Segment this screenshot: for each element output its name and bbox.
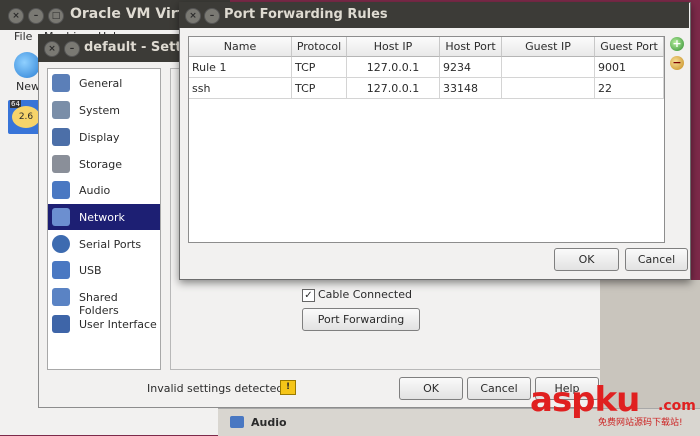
usb-icon [52, 261, 70, 279]
table-cell-host-ip[interactable]: 127.0.0.1 [347, 57, 440, 78]
display-icon [52, 128, 70, 146]
column-header-protocol[interactable]: Protocol [292, 37, 347, 57]
column-header-guest-ip[interactable]: Guest IP [502, 37, 595, 57]
speaker-icon [230, 416, 244, 428]
maximize-icon[interactable]: □ [48, 8, 64, 24]
settings-close-icon[interactable]: × [44, 41, 60, 57]
category-label: USB [79, 264, 102, 277]
user-interface-icon [52, 315, 70, 333]
table-cell-name[interactable]: Rule 1 [189, 57, 292, 78]
table-cell-host-port[interactable]: 33148 [440, 78, 502, 99]
category-label: System [79, 104, 121, 117]
category-usb[interactable]: USB [48, 257, 160, 283]
new-vm-icon[interactable] [14, 52, 40, 78]
category-shared-folders[interactable]: Shared Folders [48, 284, 160, 317]
menu-file[interactable]: File [14, 30, 32, 43]
port-forwarding-table[interactable]: Name Protocol Host IP Host Port Guest IP… [188, 36, 665, 243]
column-header-name[interactable]: Name [189, 37, 292, 57]
port-forwarding-button[interactable]: Port Forwarding [302, 308, 420, 331]
dialog-ok-button[interactable]: OK [554, 248, 619, 271]
column-header-host-ip[interactable]: Host IP [347, 37, 440, 57]
settings-cancel-button[interactable]: Cancel [467, 377, 531, 400]
category-audio[interactable]: Audio [48, 177, 160, 203]
table-cell-guest-ip[interactable] [502, 57, 595, 78]
add-rule-icon[interactable]: + [670, 37, 684, 51]
remove-rule-icon[interactable]: − [670, 56, 684, 70]
watermark-domain: .com [658, 398, 696, 414]
category-user-interface[interactable]: User Interface [48, 311, 160, 337]
port-forwarding-title: Port Forwarding Rules [224, 7, 388, 22]
table-cell-name[interactable]: ssh [189, 78, 292, 99]
table-cell-guest-ip[interactable] [502, 78, 595, 99]
category-label: Serial Ports [79, 238, 142, 251]
column-header-host-port[interactable]: Host Port [440, 37, 502, 57]
new-vm-label[interactable]: New [16, 80, 40, 93]
table-cell-guest-port[interactable]: 9001 [595, 57, 664, 78]
dialog-close-icon[interactable]: × [185, 8, 201, 24]
watermark-subtitle: 免费网站源码下载站! [598, 418, 683, 428]
cable-connected-checkbox[interactable]: ✓ [302, 289, 315, 302]
shared-folders-icon [52, 288, 70, 306]
system-icon [52, 101, 70, 119]
settings-minimize-icon[interactable]: – [64, 41, 80, 57]
table-cell-host-ip[interactable]: 127.0.0.1 [347, 78, 440, 99]
serial-ports-icon [52, 235, 70, 253]
audio-section-label: Audio [251, 416, 287, 429]
category-storage[interactable]: Storage [48, 151, 160, 177]
watermark-brand: aspku [530, 380, 640, 420]
close-icon[interactable]: × [8, 8, 24, 24]
category-label: Display [79, 131, 120, 144]
category-label: General [79, 77, 123, 90]
category-serial-ports[interactable]: Serial Ports [48, 231, 160, 257]
category-system[interactable]: System [48, 97, 160, 123]
dialog-minimize-icon[interactable]: – [204, 8, 220, 24]
general-icon [52, 74, 70, 92]
table-cell-protocol[interactable]: TCP [292, 57, 347, 78]
minimize-icon[interactable]: – [28, 8, 44, 24]
category-network[interactable]: Network [48, 204, 160, 230]
category-general[interactable]: General [48, 70, 160, 96]
category-label: Network [79, 211, 125, 224]
table-cell-protocol[interactable]: TCP [292, 78, 347, 99]
category-display[interactable]: Display [48, 124, 160, 150]
dialog-cancel-button[interactable]: Cancel [625, 248, 688, 271]
category-label: User Interface [79, 318, 157, 331]
cable-connected-label: Cable Connected [318, 288, 412, 301]
category-label: Storage [79, 158, 123, 171]
table-cell-guest-port[interactable]: 22 [595, 78, 664, 99]
watermark-logo: aspku [530, 380, 640, 420]
storage-icon [52, 155, 70, 173]
invalid-settings-label: Invalid settings detected [147, 382, 284, 395]
network-icon [52, 208, 70, 226]
settings-ok-button[interactable]: OK [399, 377, 463, 400]
vm-os-icon: 2.6 [12, 106, 40, 128]
audio-icon [52, 181, 70, 199]
settings-category-list: General System Display Storage Audio Net… [47, 68, 161, 370]
category-label: Audio [79, 184, 111, 197]
port-forwarding-titlebar: × – Port Forwarding Rules [179, 2, 689, 28]
warning-icon[interactable]: ! [280, 380, 296, 395]
column-header-guest-port[interactable]: Guest Port [595, 37, 664, 57]
table-cell-host-port[interactable]: 9234 [440, 57, 502, 78]
